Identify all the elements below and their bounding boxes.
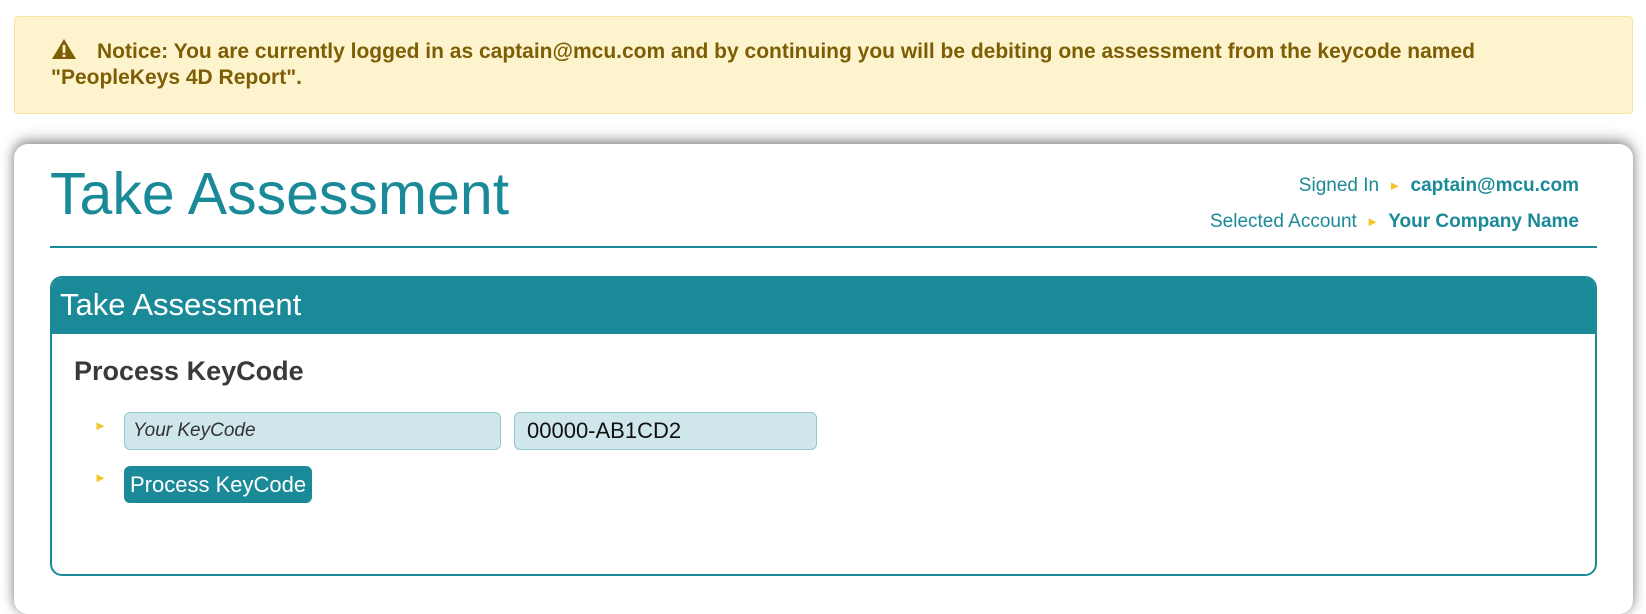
panel-header: Take Assessment xyxy=(52,278,1595,334)
keycode-label-field[interactable] xyxy=(124,412,501,450)
selected-account-label: Selected Account xyxy=(1209,211,1357,232)
selected-account-name: Your Company Name xyxy=(1388,211,1579,232)
title-divider xyxy=(50,246,1597,248)
arrow-right-icon: ► xyxy=(1366,214,1379,229)
signed-in-label: Signed In xyxy=(1298,175,1380,196)
notice-banner: Notice: You are currently logged in as c… xyxy=(14,16,1633,114)
process-keycode-button[interactable]: Process KeyCode xyxy=(124,466,313,503)
account-info: Signed In ► captain@mcu.com Selected Acc… xyxy=(1210,168,1579,240)
notice-text: Notice: You are currently logged in as c… xyxy=(51,40,1475,89)
bullet-arrow-icon: ► xyxy=(94,470,107,485)
arrow-right-icon: ► xyxy=(1388,178,1402,193)
main-card: Take Assessment Signed In ► captain@mcu.… xyxy=(14,144,1633,614)
bullet-arrow-icon: ► xyxy=(94,418,107,433)
signed-in-email: captain@mcu.com xyxy=(1410,175,1579,196)
page-title: Take Assessment xyxy=(50,161,510,227)
selected-account-row: Selected Account ► Your Company Name xyxy=(1210,204,1579,240)
take-assessment-panel: Take Assessment Process KeyCode ► ► Proc… xyxy=(50,276,1597,576)
keycode-input[interactable] xyxy=(514,412,817,450)
section-title: Process KeyCode xyxy=(74,356,304,386)
signed-in-row: Signed In ► captain@mcu.com xyxy=(1210,168,1579,204)
warning-icon xyxy=(52,39,76,59)
